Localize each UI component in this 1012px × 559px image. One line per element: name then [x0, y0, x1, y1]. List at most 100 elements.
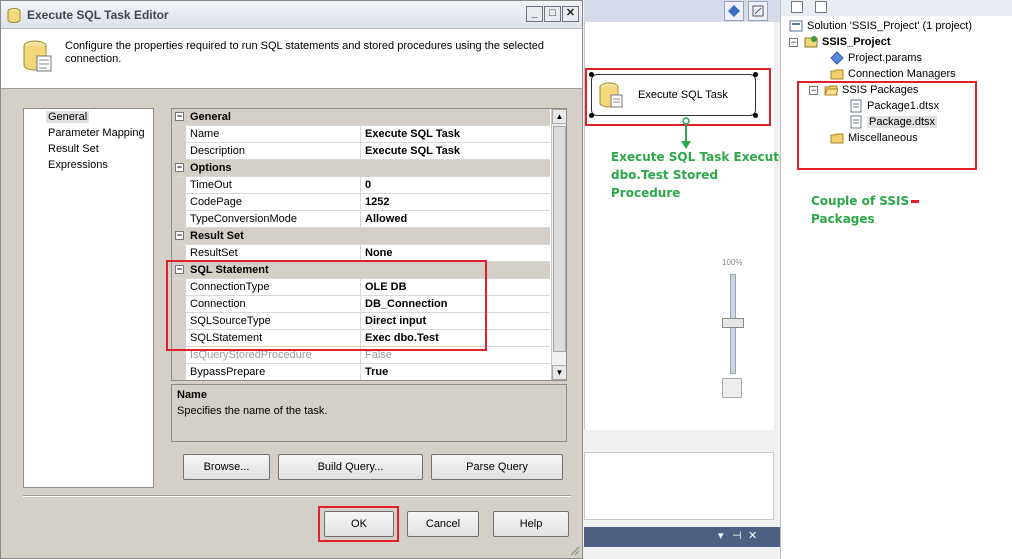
property-value[interactable]: DB_Connection — [365, 298, 448, 310]
toolbox-icon[interactable] — [724, 1, 744, 21]
property-row[interactable]: SQLStatement Exec dbo.Test — [172, 330, 550, 347]
project-icon — [804, 36, 818, 48]
collapse-icon[interactable]: − — [175, 265, 184, 274]
column-divider — [360, 211, 361, 228]
designer-toolbar — [584, 0, 780, 22]
task-annotation: Execute SQL Task Execute dbo.Test Stored… — [611, 148, 787, 202]
tree-package1[interactable]: Package1.dtsx — [849, 98, 939, 114]
zoom-fit-button[interactable] — [722, 378, 742, 398]
cancel-button[interactable]: Cancel — [407, 511, 479, 537]
tree-project[interactable]: − SSIS_Project — [789, 34, 890, 50]
parse-query-button[interactable]: Parse Query — [431, 454, 563, 480]
zoom-thumb[interactable] — [722, 318, 744, 328]
browse-button[interactable]: Browse... — [183, 454, 270, 480]
property-grid-scrollbar[interactable]: ▲ ▼ — [551, 109, 566, 380]
property-grid: − General Name Execute SQL Task Description E… — [171, 108, 567, 381]
maximize-icon[interactable]: □ — [544, 6, 561, 22]
property-value[interactable]: 0 — [365, 179, 371, 191]
tree-label: SSIS Packages — [842, 84, 919, 96]
column-divider — [360, 313, 361, 330]
property-name: CodePage — [190, 196, 242, 208]
task-label: Execute SQL Task — [638, 89, 728, 101]
property-row[interactable]: TimeOut 0 — [172, 177, 550, 194]
scroll-up-icon[interactable]: ▲ — [552, 109, 566, 124]
tree-miscellaneous[interactable]: Miscellaneous — [830, 130, 918, 146]
property-category[interactable]: − Result Set — [172, 228, 550, 245]
tree-ssis-packages[interactable]: − SSIS Packages — [809, 82, 918, 98]
property-category[interactable]: − SQL Statement — [172, 262, 550, 279]
property-row[interactable]: Description Execute SQL Task — [172, 143, 550, 160]
property-value[interactable]: OLE DB — [365, 281, 407, 293]
property-row[interactable]: SQLSourceType Direct input — [172, 313, 550, 330]
close-pane-icon[interactable]: ✕ — [748, 529, 757, 542]
property-name: TimeOut — [190, 179, 232, 191]
property-row[interactable]: Name Execute SQL Task — [172, 126, 550, 143]
property-value[interactable]: True — [365, 366, 388, 378]
row-gutter — [172, 296, 186, 313]
category-label: General — [190, 111, 231, 123]
scroll-down-icon[interactable]: ▼ — [552, 365, 566, 380]
dialog-header-text: Configure the properties required to run… — [65, 40, 544, 65]
property-name: BypassPrepare — [190, 366, 266, 378]
tree-connection-managers[interactable]: Connection Managers — [830, 66, 956, 82]
ok-button[interactable]: OK — [324, 511, 394, 537]
property-row[interactable]: TypeConversionMode Allowed — [172, 211, 550, 228]
minimize-icon[interactable]: _ — [526, 6, 543, 22]
help-button[interactable]: Help — [493, 511, 569, 537]
dialog-app-icon — [7, 7, 23, 26]
collapse-icon[interactable]: − — [809, 85, 818, 95]
collapse-icon[interactable]: − — [175, 231, 184, 240]
column-divider — [360, 177, 361, 194]
scroll-thumb[interactable] — [553, 126, 566, 352]
property-name: TypeConversionMode — [190, 213, 298, 225]
property-value[interactable]: Direct input — [365, 315, 426, 327]
left-navigation: General Parameter Mapping Result Set Exp… — [23, 108, 154, 488]
property-row[interactable]: ResultSet None — [172, 245, 550, 262]
property-name: Connection — [190, 298, 246, 310]
collapse-icon[interactable]: − — [175, 163, 184, 172]
execute-sql-task-editor-dialog: Execute SQL Task Editor _ □ ✕ Configure … — [0, 0, 583, 559]
property-value[interactable]: None — [365, 247, 393, 259]
property-row[interactable]: ConnectionType OLE DB — [172, 279, 550, 296]
collapse-icon[interactable]: − — [175, 112, 184, 121]
tree-solution[interactable]: Solution 'SSIS_Project' (1 project) — [789, 18, 972, 34]
dialog-header: Configure the properties required to run… — [1, 29, 582, 89]
dialog-titlebar[interactable]: Execute SQL Task Editor _ □ ✕ — [1, 1, 582, 29]
properties-icon[interactable] — [791, 1, 803, 13]
property-value[interactable]: False — [365, 349, 392, 361]
row-gutter — [172, 313, 186, 330]
tree-project-params[interactable]: Project.params — [830, 50, 922, 66]
column-divider — [360, 143, 361, 160]
package-icon — [850, 99, 862, 113]
nav-parameter-mapping[interactable]: Parameter Mapping — [48, 127, 145, 139]
zoom-fit-icon[interactable] — [748, 1, 768, 21]
resize-grip-icon[interactable] — [568, 544, 580, 556]
collapse-icon[interactable]: − — [789, 37, 798, 47]
zoom-control[interactable]: 100% — [718, 258, 748, 406]
property-row[interactable]: CodePage 1252 — [172, 194, 550, 211]
property-value[interactable]: 1252 — [365, 196, 389, 208]
tree-label: Solution 'SSIS_Project' (1 project) — [807, 20, 972, 32]
property-value[interactable]: Allowed — [365, 213, 407, 225]
property-value[interactable]: Execute SQL Task — [365, 145, 460, 157]
show-all-files-icon[interactable] — [815, 1, 827, 13]
build-query-button[interactable]: Build Query... — [278, 454, 423, 480]
nav-expressions[interactable]: Expressions — [48, 159, 108, 171]
property-row[interactable]: Connection DB_Connection — [172, 296, 550, 313]
tree-package[interactable]: Package.dtsx — [849, 114, 938, 130]
execute-sql-task-shape[interactable]: Execute SQL Task — [589, 72, 758, 118]
property-value[interactable]: Execute SQL Task — [365, 128, 460, 140]
nav-result-set[interactable]: Result Set — [48, 143, 99, 155]
nav-general[interactable]: General — [46, 111, 90, 123]
dropdown-icon[interactable]: ▾ — [718, 529, 724, 542]
property-row[interactable]: IsQueryStoredProcedure False — [172, 347, 550, 364]
property-category[interactable]: − Options — [172, 160, 550, 177]
row-gutter — [172, 364, 186, 380]
property-row[interactable]: BypassPrepare True — [172, 364, 550, 380]
property-value[interactable]: Exec dbo.Test — [365, 332, 439, 344]
close-icon[interactable]: ✕ — [562, 6, 579, 22]
property-category[interactable]: − General — [172, 109, 550, 126]
column-divider — [360, 330, 361, 347]
pin-icon[interactable]: ⊣ — [732, 529, 742, 542]
params-icon — [830, 51, 844, 65]
